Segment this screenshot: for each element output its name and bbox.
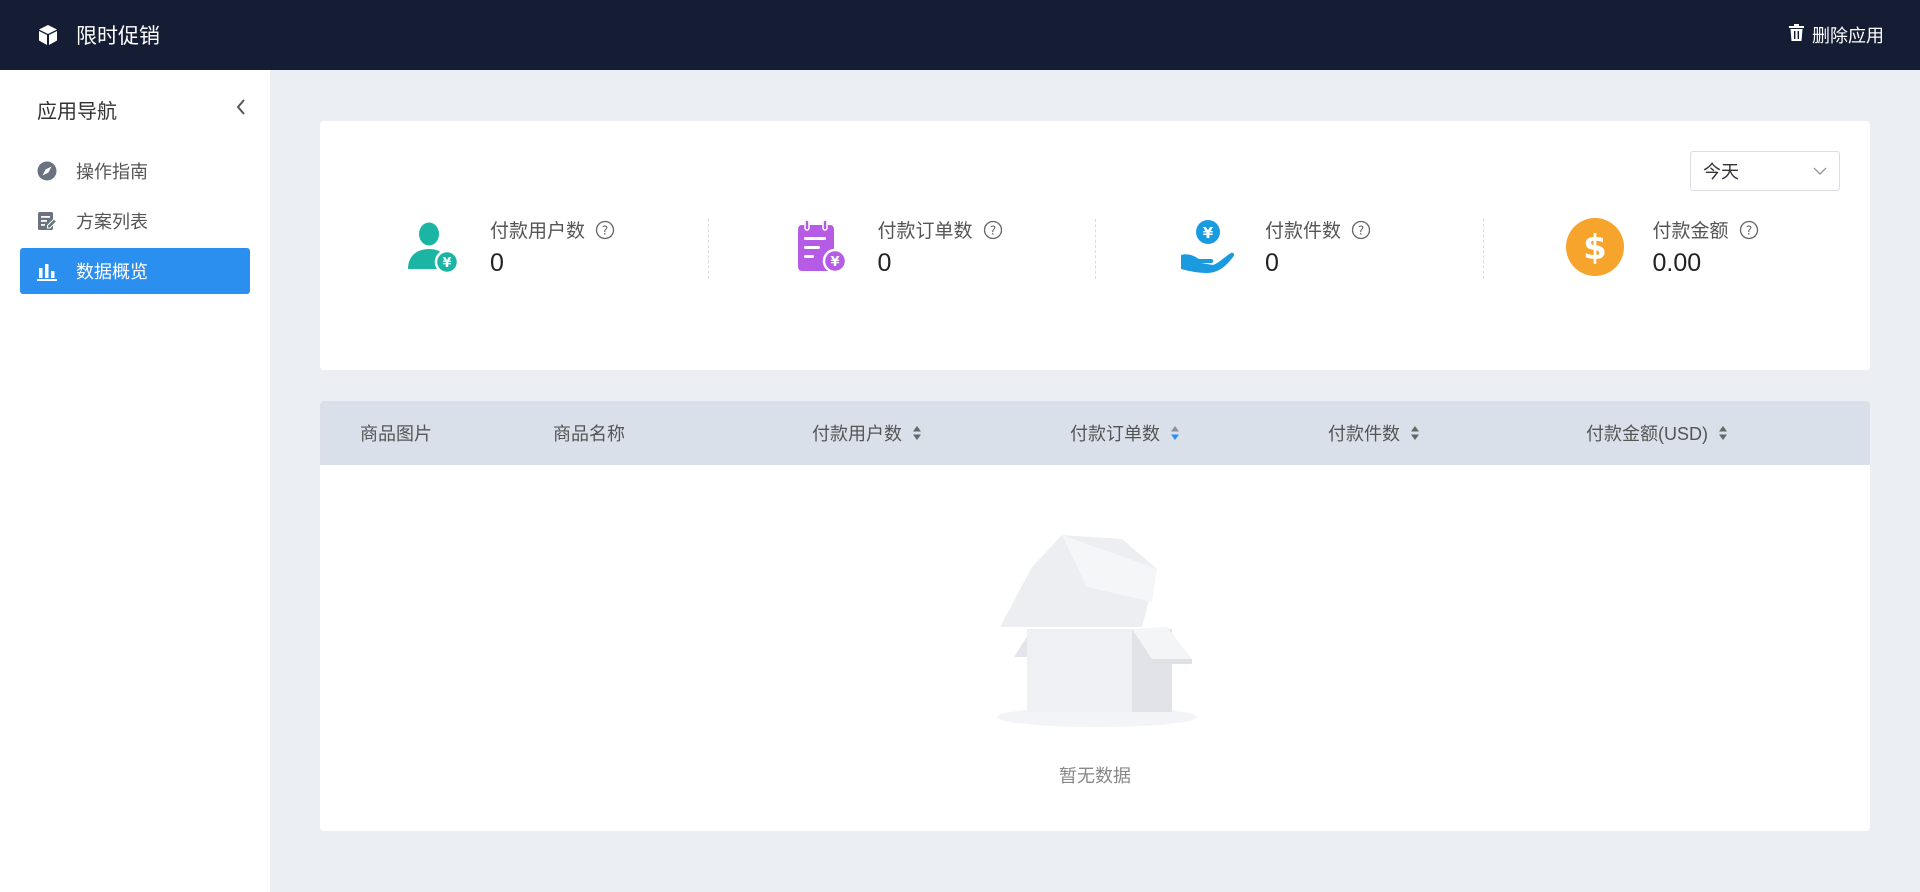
dollar-coin-icon: $ (1563, 215, 1627, 279)
column-header-paid-users[interactable]: 付款用户数 (812, 420, 1070, 446)
empty-box-icon (997, 535, 1197, 727)
sort-icon[interactable] (1410, 425, 1420, 441)
cube-icon (36, 23, 60, 47)
svg-text:¥: ¥ (442, 256, 451, 271)
app-title: 限时促销 (76, 25, 160, 48)
column-header-image: 商品图片 (320, 420, 553, 446)
svg-text:?: ? (1358, 223, 1364, 237)
stat-paid-amount: $ 付款金额 ? 0.00 (1482, 215, 1871, 279)
sort-icon[interactable] (1170, 425, 1180, 441)
stat-value: 0 (877, 249, 892, 277)
sidebar-header: 应用导航 (0, 70, 270, 148)
column-header-paid-items[interactable]: 付款件数 (1328, 420, 1586, 446)
svg-text:?: ? (602, 223, 608, 237)
delete-app-label: 删除应用 (1812, 26, 1884, 46)
brand: 限时促销 (36, 20, 160, 50)
stat-paid-items: ¥ 付款件数 ? 0 (1095, 215, 1483, 279)
stat-label: 付款金额 (1652, 221, 1729, 242)
svg-text:$: $ (1583, 228, 1607, 268)
stat-label: 付款用户数 (490, 221, 586, 242)
sidebar-item-guide[interactable]: 操作指南 (20, 148, 250, 194)
stats-card: 今天 ¥ 付款用户数 ? 0 ¥ 付款订单数 ? 0 ¥ 付款件数 ? 0 $ … (320, 121, 1870, 370)
order-yen-icon: ¥ (788, 215, 852, 279)
sidebar-item-data-overview[interactable]: 数据概览 (20, 248, 250, 294)
date-range-value: 今天 (1703, 162, 1739, 182)
hand-yen-icon: ¥ (1175, 215, 1239, 279)
help-icon[interactable]: ? (1351, 220, 1371, 240)
column-label: 商品图片 (360, 424, 432, 444)
column-label: 商品名称 (553, 424, 625, 444)
collapse-sidebar-button[interactable] (230, 96, 252, 118)
column-header-paid-amount[interactable]: 付款金额(USD) (1586, 420, 1816, 446)
column-label: 付款件数 (1328, 424, 1400, 444)
product-table: 商品图片 商品名称 付款用户数 付款订单数 付款件数 付款金额(USD) 暂无数… (320, 401, 1870, 831)
stat-value: 0 (490, 249, 504, 277)
sort-icon[interactable] (1718, 425, 1728, 441)
stat-paid-users: ¥ 付款用户数 ? 0 (320, 215, 708, 279)
svg-text:?: ? (1745, 223, 1751, 237)
stat-value: 0.00 (1652, 249, 1702, 277)
delete-app-button[interactable]: 删除应用 (1789, 22, 1884, 48)
trash-icon (1789, 24, 1804, 46)
sidebar: 应用导航 操作指南 方案列表 数据概览 (0, 70, 270, 892)
stats-row: ¥ 付款用户数 ? 0 ¥ 付款订单数 ? 0 ¥ 付款件数 ? 0 $ 付款金… (320, 215, 1870, 279)
stat-label: 付款订单数 (877, 221, 973, 242)
bar-chart-icon (36, 261, 57, 282)
stat-value: 0 (1265, 249, 1279, 277)
compass-icon (36, 161, 57, 182)
column-label: 付款金额(USD) (1586, 424, 1708, 444)
column-label: 付款订单数 (1070, 424, 1160, 444)
sidebar-item-plan-list[interactable]: 方案列表 (20, 198, 250, 244)
column-header-name: 商品名称 (553, 420, 812, 446)
help-icon[interactable]: ? (1739, 220, 1759, 240)
user-yen-icon: ¥ (400, 215, 464, 279)
chevron-down-icon (1813, 167, 1827, 175)
table-header: 商品图片 商品名称 付款用户数 付款订单数 付款件数 付款金额(USD) (320, 401, 1870, 465)
svg-text:¥: ¥ (1203, 224, 1214, 242)
chevron-left-icon (236, 99, 245, 115)
empty-state: 暂无数据 (320, 465, 1870, 831)
date-range-select[interactable]: 今天 (1690, 151, 1840, 191)
sidebar-item-label: 方案列表 (76, 212, 148, 232)
edit-list-icon (36, 211, 57, 232)
svg-text:?: ? (989, 223, 995, 237)
column-header-paid-orders[interactable]: 付款订单数 (1070, 420, 1328, 446)
stat-paid-orders: ¥ 付款订单数 ? 0 (707, 215, 1096, 279)
empty-text: 暂无数据 (1059, 766, 1131, 786)
stat-label: 付款件数 (1265, 221, 1342, 242)
help-icon[interactable]: ? (595, 220, 615, 240)
svg-text:¥: ¥ (830, 255, 839, 270)
top-bar: 限时促销 删除应用 (0, 0, 1920, 70)
sidebar-item-label: 数据概览 (76, 262, 148, 282)
sidebar-item-label: 操作指南 (76, 162, 148, 182)
sort-icon[interactable] (912, 425, 922, 441)
column-label: 付款用户数 (812, 424, 902, 444)
sidebar-title: 应用导航 (37, 100, 117, 123)
help-icon[interactable]: ? (983, 220, 1003, 240)
